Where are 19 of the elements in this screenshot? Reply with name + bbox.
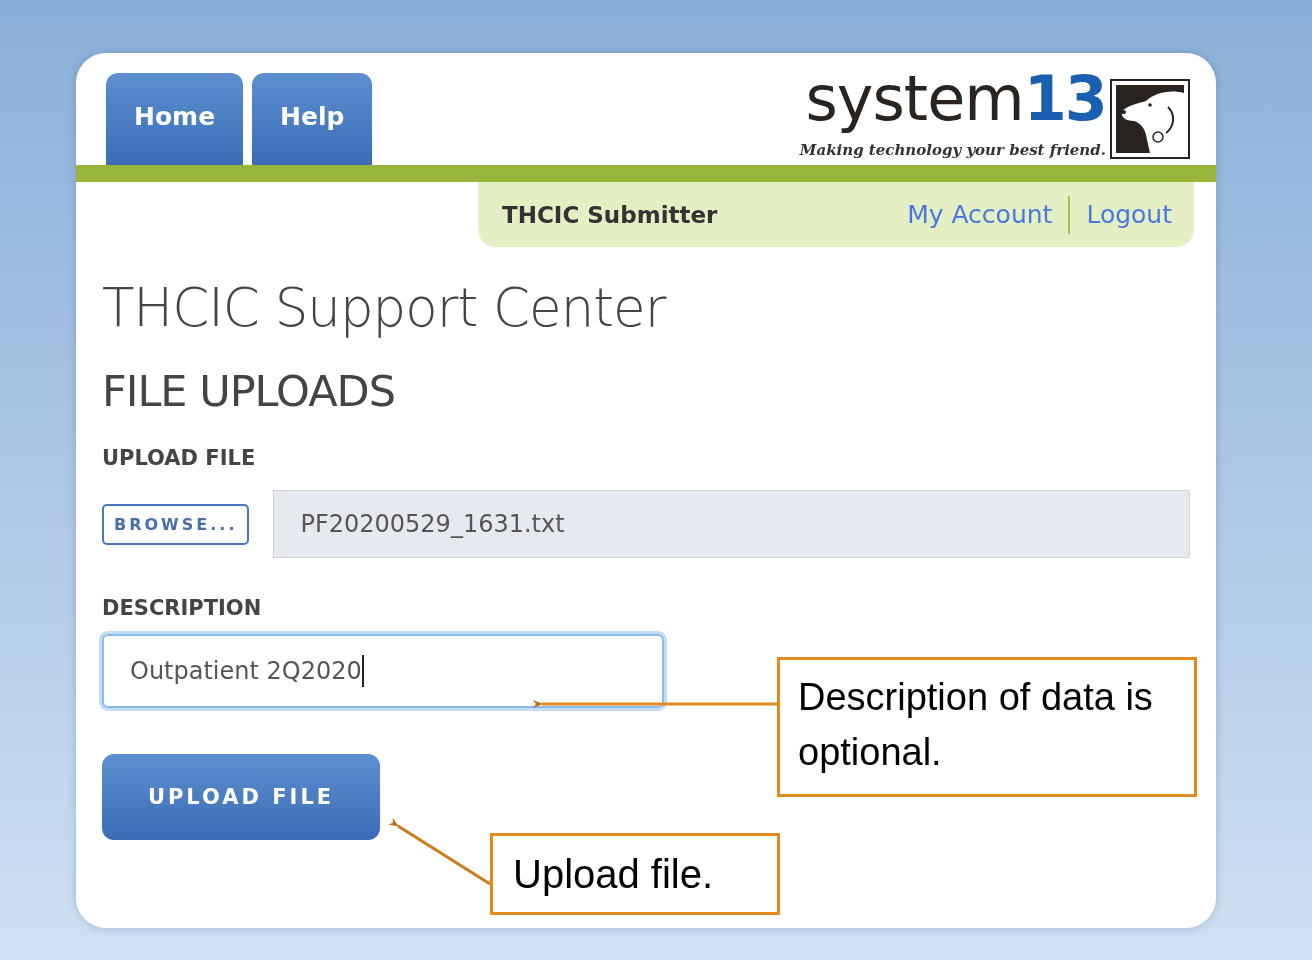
field-label: UPLOAD FILE [102,446,256,470]
logo-tagline: Making technology your best friend. [799,141,1106,159]
field-label: DESCRIPTION [102,596,262,620]
browse-button[interactable]: BROWSE... [102,503,250,545]
dog-logo-icon [1110,79,1190,159]
nav-tab[interactable]: Home [106,73,244,165]
logo-number: 13 [1023,62,1106,135]
page-title: THCIC Support Center [102,277,666,338]
callout-note: Upload file. [490,833,780,915]
callout-note: Description of data is optional. [777,657,1197,797]
file-name-field[interactable]: PF20200529_1631.txt [273,490,1190,558]
nav-link[interactable]: My Account [907,200,1053,229]
section-title: FILE UPLOADS [102,366,395,416]
user-role: THCIC Submitter [502,201,718,228]
description-field[interactable]: Outpatient 2Q2020 [102,634,664,708]
nav-link[interactable]: Logout [1086,200,1172,229]
nav-tab[interactable]: Help [252,73,373,165]
upload-button[interactable]: UPLOAD FILE [102,754,380,840]
logo-wordmark: system [805,62,1024,135]
